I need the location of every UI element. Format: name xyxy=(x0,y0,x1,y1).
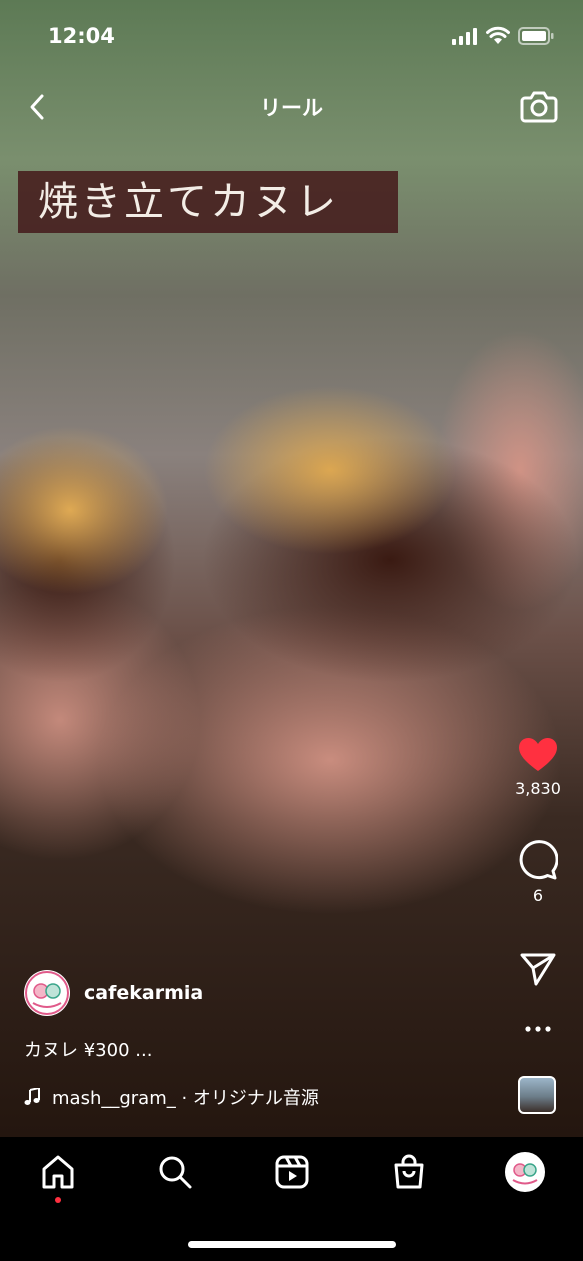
shop-icon xyxy=(394,1154,424,1189)
page-title: リール xyxy=(260,96,323,120)
profile-avatar xyxy=(505,1152,545,1192)
like-count: 3,830 xyxy=(515,779,561,798)
home-indicator[interactable] xyxy=(188,1241,396,1248)
audio-label: mash__gram_ · オリジナル音源 xyxy=(52,1088,319,1109)
nav-profile[interactable] xyxy=(505,1152,545,1192)
reels-icon xyxy=(275,1155,309,1189)
comment-count: 6 xyxy=(532,886,544,905)
search-icon xyxy=(159,1156,192,1189)
send-icon xyxy=(520,953,556,986)
profile-avatar-logo xyxy=(25,971,69,1015)
avatar[interactable] xyxy=(24,970,70,1016)
home-icon xyxy=(42,1155,74,1189)
share-button[interactable] xyxy=(505,951,571,987)
nav-search[interactable] xyxy=(155,1152,195,1192)
audio-thumbnail[interactable] xyxy=(518,1076,556,1114)
status-bar: 12:04 xyxy=(0,0,583,74)
video-overlay-text: 焼き立てカヌレ xyxy=(38,179,339,225)
username-link[interactable]: cafekarmia xyxy=(84,982,203,1004)
battery-icon xyxy=(518,27,554,45)
cellular-signal-icon xyxy=(452,28,477,45)
nav-shop[interactable] xyxy=(389,1152,429,1192)
home-active-dot xyxy=(55,1197,61,1203)
nav-reels[interactable] xyxy=(272,1152,312,1192)
more-horizontal-icon[interactable] xyxy=(524,1021,552,1037)
audio-link[interactable]: mash__gram_ · オリジナル音源 xyxy=(24,1084,319,1110)
heart-icon xyxy=(519,738,557,771)
nav-home[interactable] xyxy=(38,1152,78,1192)
caption-text[interactable]: カヌレ ¥300 ... xyxy=(24,1036,152,1062)
camera-icon[interactable] xyxy=(520,87,558,125)
comment-button[interactable]: 6 xyxy=(505,840,571,905)
music-note-icon xyxy=(24,1088,40,1105)
status-time: 12:04 xyxy=(48,24,115,48)
comment-icon xyxy=(519,840,558,880)
like-button[interactable]: 3,830 xyxy=(505,737,571,798)
wifi-icon xyxy=(486,26,510,44)
